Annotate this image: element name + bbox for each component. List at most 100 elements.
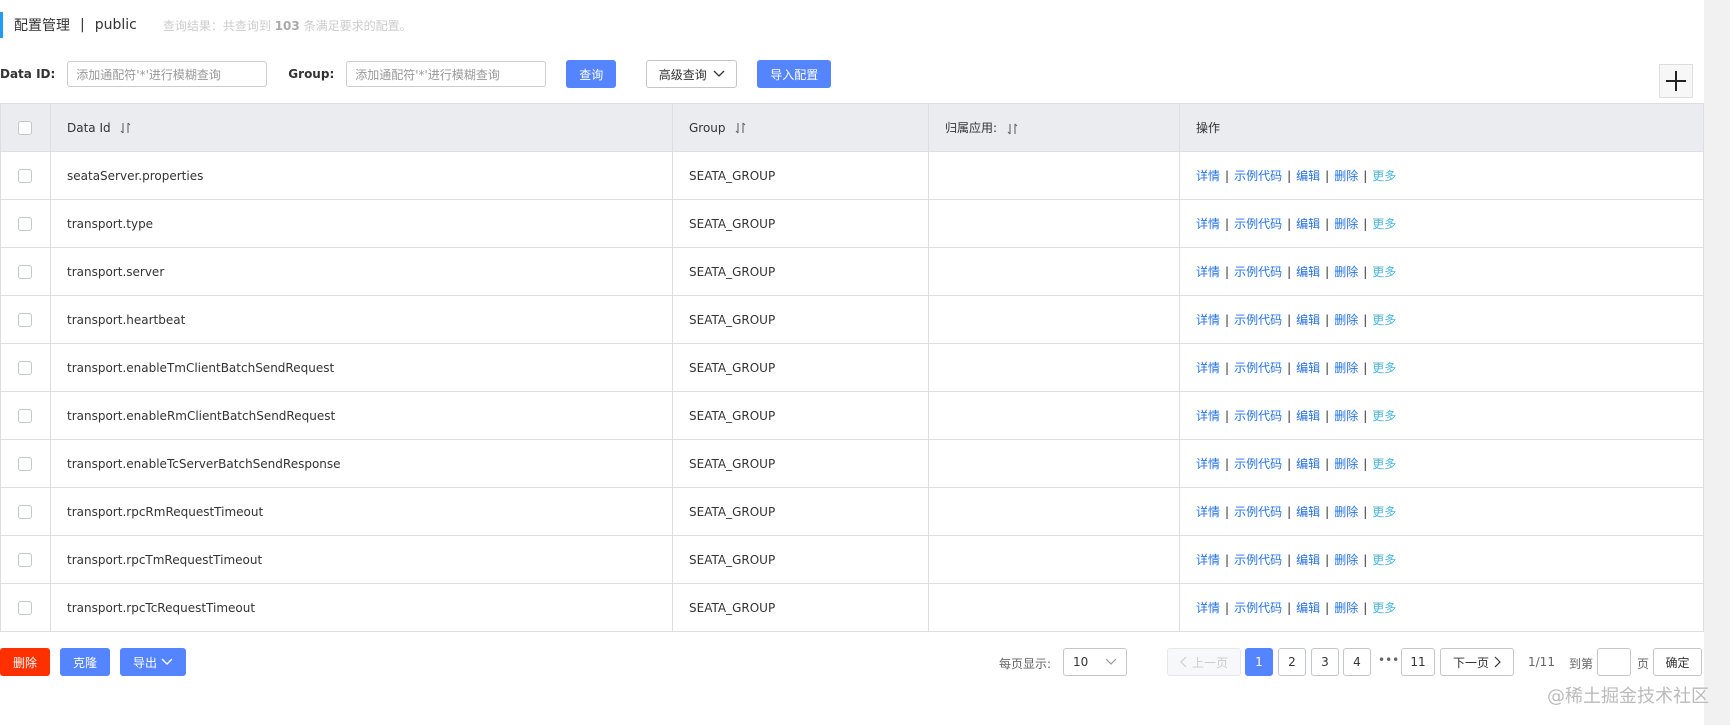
plus-icon <box>1666 71 1686 91</box>
ops-separator: | <box>1225 601 1230 615</box>
group-input[interactable]: 添加通配符'*'进行模糊查询 <box>346 61 547 87</box>
delete-link[interactable]: 删除 <box>1334 217 1358 231</box>
delete-link[interactable]: 删除 <box>1334 265 1358 279</box>
ops-separator: | <box>1225 265 1230 279</box>
more-link[interactable]: 更多 <box>1372 505 1396 519</box>
row-checkbox[interactable] <box>18 264 32 279</box>
edit-link[interactable]: 编辑 <box>1296 169 1320 183</box>
row-select-cell <box>0 295 51 344</box>
page-button-1[interactable]: 1 <box>1245 648 1273 676</box>
more-link[interactable]: 更多 <box>1372 361 1396 375</box>
data-id-input[interactable]: 添加通配符'*'进行模糊查询 <box>67 61 268 87</box>
goto-page-input[interactable] <box>1597 648 1631 676</box>
row-checkbox[interactable] <box>18 360 32 375</box>
cell-actions: 详情 | 示例代码 | 编辑 | 删除 | 更多 <box>1179 247 1704 296</box>
page-button-2[interactable]: 2 <box>1278 648 1306 676</box>
row-checkbox[interactable] <box>18 216 32 231</box>
detail-link[interactable]: 详情 <box>1196 409 1220 423</box>
delete-link[interactable]: 删除 <box>1334 313 1358 327</box>
chevron-down-icon <box>713 70 725 77</box>
row-checkbox[interactable] <box>18 552 32 567</box>
sample-code-link[interactable]: 示例代码 <box>1234 169 1282 183</box>
more-link[interactable]: 更多 <box>1372 601 1396 615</box>
edit-link[interactable]: 编辑 <box>1296 313 1320 327</box>
goto-label: 到第 <box>1569 657 1594 671</box>
sample-code-link[interactable]: 示例代码 <box>1234 361 1282 375</box>
edit-link[interactable]: 编辑 <box>1296 457 1320 471</box>
ops-separator: | <box>1363 169 1368 183</box>
detail-link[interactable]: 详情 <box>1196 313 1220 327</box>
select-all-checkbox[interactable] <box>18 120 32 135</box>
row-checkbox[interactable] <box>18 600 32 615</box>
delete-link[interactable]: 删除 <box>1334 601 1358 615</box>
ops-separator: | <box>1287 361 1292 375</box>
advanced-query-dropdown[interactable]: 高级查询 <box>646 60 738 88</box>
sample-code-link[interactable]: 示例代码 <box>1234 409 1282 423</box>
more-link[interactable]: 更多 <box>1372 313 1396 327</box>
detail-link[interactable]: 详情 <box>1196 169 1220 183</box>
edit-link[interactable]: 编辑 <box>1296 217 1320 231</box>
result-prefix: 查询结果：共查询到 <box>162 18 271 33</box>
edit-link[interactable]: 编辑 <box>1296 361 1320 375</box>
sort-icon[interactable] <box>735 122 747 134</box>
row-checkbox[interactable] <box>18 408 32 423</box>
delete-link[interactable]: 删除 <box>1334 505 1358 519</box>
ops-separator: | <box>1363 505 1368 519</box>
detail-link[interactable]: 详情 <box>1196 553 1220 567</box>
sample-code-link[interactable]: 示例代码 <box>1234 313 1282 327</box>
cell-group: SEATA_GROUP <box>672 487 929 536</box>
more-link[interactable]: 更多 <box>1372 457 1396 471</box>
detail-link[interactable]: 详情 <box>1196 601 1220 615</box>
more-link[interactable]: 更多 <box>1372 409 1396 423</box>
sort-icon[interactable] <box>120 122 132 134</box>
next-page-button[interactable]: 下一页 <box>1440 648 1514 676</box>
more-link[interactable]: 更多 <box>1372 169 1396 183</box>
sample-code-link[interactable]: 示例代码 <box>1234 265 1282 279</box>
delete-link[interactable]: 删除 <box>1334 457 1358 471</box>
column-header-group[interactable]: Group <box>672 103 929 152</box>
edit-link[interactable]: 编辑 <box>1296 505 1320 519</box>
more-link[interactable]: 更多 <box>1372 553 1396 567</box>
sample-code-link[interactable]: 示例代码 <box>1234 457 1282 471</box>
delete-link[interactable]: 删除 <box>1334 553 1358 567</box>
detail-link[interactable]: 详情 <box>1196 361 1220 375</box>
page-button-3[interactable]: 3 <box>1311 648 1339 676</box>
delete-link[interactable]: 删除 <box>1334 361 1358 375</box>
row-checkbox[interactable] <box>18 312 32 327</box>
cell-actions: 详情 | 示例代码 | 编辑 | 删除 | 更多 <box>1179 151 1704 200</box>
goto-confirm-button[interactable]: 确定 <box>1653 648 1702 676</box>
add-config-button[interactable] <box>1659 64 1693 98</box>
edit-link[interactable]: 编辑 <box>1296 409 1320 423</box>
column-header-app[interactable]: 归属应用: <box>928 103 1180 152</box>
column-header-data-id[interactable]: Data Id <box>50 103 673 152</box>
more-link[interactable]: 更多 <box>1372 265 1396 279</box>
row-select-cell <box>0 199 51 248</box>
query-button[interactable]: 查询 <box>566 60 617 88</box>
row-checkbox[interactable] <box>18 504 32 519</box>
page-size-select[interactable]: 10 <box>1063 648 1127 676</box>
import-config-button[interactable]: 导入配置 <box>757 60 832 88</box>
sort-icon[interactable] <box>1007 123 1019 135</box>
sample-code-link[interactable]: 示例代码 <box>1234 553 1282 567</box>
edit-link[interactable]: 编辑 <box>1296 601 1320 615</box>
detail-link[interactable]: 详情 <box>1196 505 1220 519</box>
detail-link[interactable]: 详情 <box>1196 265 1220 279</box>
page-button-11[interactable]: 11 <box>1401 648 1435 676</box>
ops-separator: | <box>1363 313 1368 327</box>
detail-link[interactable]: 详情 <box>1196 457 1220 471</box>
prev-page-label: 上一页 <box>1191 655 1228 670</box>
detail-link[interactable]: 详情 <box>1196 217 1220 231</box>
page-button-4[interactable]: 4 <box>1343 648 1371 676</box>
vertical-scrollbar[interactable] <box>1704 0 1730 725</box>
prev-page-button[interactable]: 上一页 <box>1167 648 1241 676</box>
edit-link[interactable]: 编辑 <box>1296 553 1320 567</box>
delete-link[interactable]: 删除 <box>1334 169 1358 183</box>
sample-code-link[interactable]: 示例代码 <box>1234 505 1282 519</box>
sample-code-link[interactable]: 示例代码 <box>1234 601 1282 615</box>
sample-code-link[interactable]: 示例代码 <box>1234 217 1282 231</box>
row-checkbox[interactable] <box>18 456 32 471</box>
row-checkbox[interactable] <box>18 168 32 183</box>
edit-link[interactable]: 编辑 <box>1296 265 1320 279</box>
more-link[interactable]: 更多 <box>1372 217 1396 231</box>
delete-link[interactable]: 删除 <box>1334 409 1358 423</box>
